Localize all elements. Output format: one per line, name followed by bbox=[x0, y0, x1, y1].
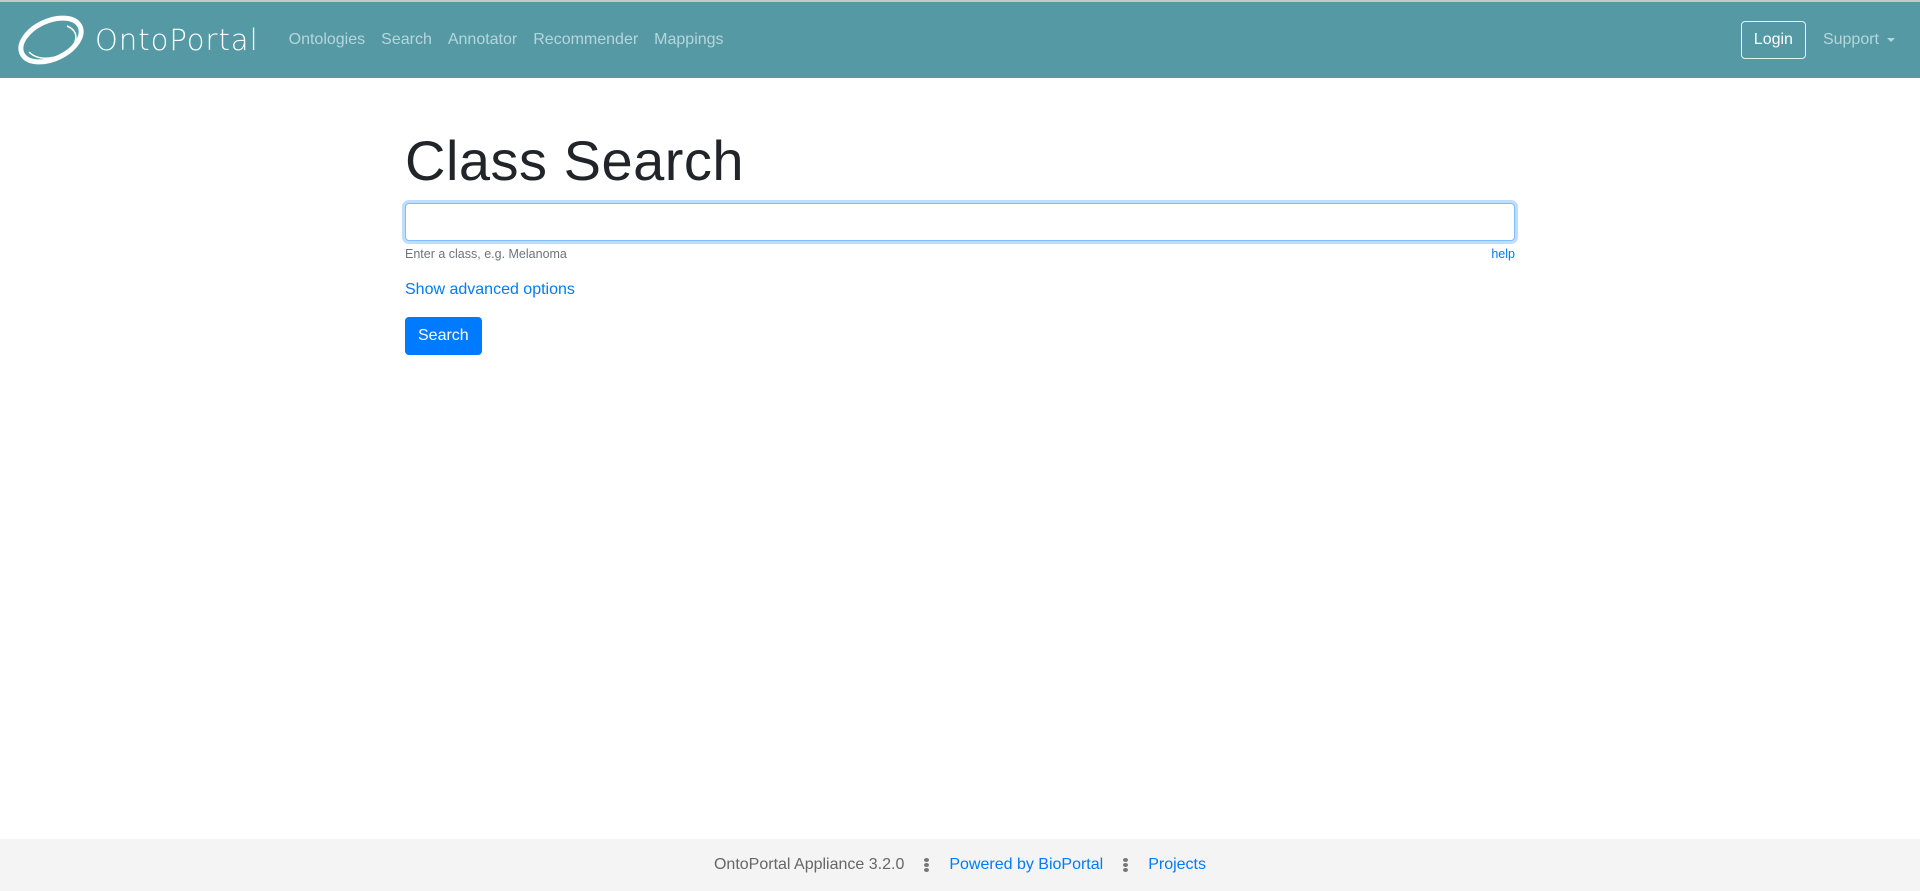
search-button[interactable]: Search bbox=[405, 317, 482, 355]
page-title: Class Search bbox=[405, 129, 745, 192]
nav-ontologies[interactable]: Ontologies bbox=[289, 31, 366, 49]
vertical-dots-icon bbox=[1123, 858, 1129, 872]
help-link[interactable]: help bbox=[1491, 247, 1515, 261]
powered-by-bioportal-link[interactable]: Powered by BioPortal bbox=[949, 856, 1103, 874]
nav-recommender[interactable]: Recommender bbox=[533, 31, 638, 49]
version-text: OntoPortal Appliance 3.2.0 bbox=[713, 856, 905, 873]
class-search-input[interactable] bbox=[405, 203, 1515, 241]
ontoportal-logo-icon bbox=[18, 15, 84, 65]
search-helper-text: Enter a class, e.g. Melanoma bbox=[405, 247, 567, 261]
brand-name: OntoPortal bbox=[95, 23, 259, 57]
footer: OntoPortal Appliance 3.2.0 Powered by Bi… bbox=[0, 839, 1920, 891]
caret-down-icon bbox=[1887, 38, 1895, 42]
vertical-dots-icon bbox=[924, 858, 930, 872]
show-advanced-options-link[interactable]: Show advanced options bbox=[405, 281, 575, 299]
projects-link[interactable]: Projects bbox=[1148, 856, 1206, 874]
nav-search[interactable]: Search bbox=[381, 31, 432, 49]
navbar: OntoPortal Ontologies Search Annotator R… bbox=[0, 2, 1920, 78]
main-content: Class Search Enter a class, e.g. Melanom… bbox=[405, 78, 1515, 355]
support-dropdown[interactable]: Support bbox=[1823, 31, 1895, 49]
support-label: Support bbox=[1822, 31, 1879, 48]
helper-row: Enter a class, e.g. Melanoma help bbox=[405, 247, 1515, 261]
nav-links: Ontologies Search Annotator Recommender … bbox=[281, 31, 732, 49]
brand-link[interactable]: OntoPortal bbox=[15, 14, 259, 66]
login-button[interactable]: Login bbox=[1740, 21, 1806, 59]
nav-right: Login Support bbox=[1740, 21, 1895, 59]
nav-mappings[interactable]: Mappings bbox=[654, 31, 723, 49]
nav-annotator[interactable]: Annotator bbox=[448, 31, 517, 49]
